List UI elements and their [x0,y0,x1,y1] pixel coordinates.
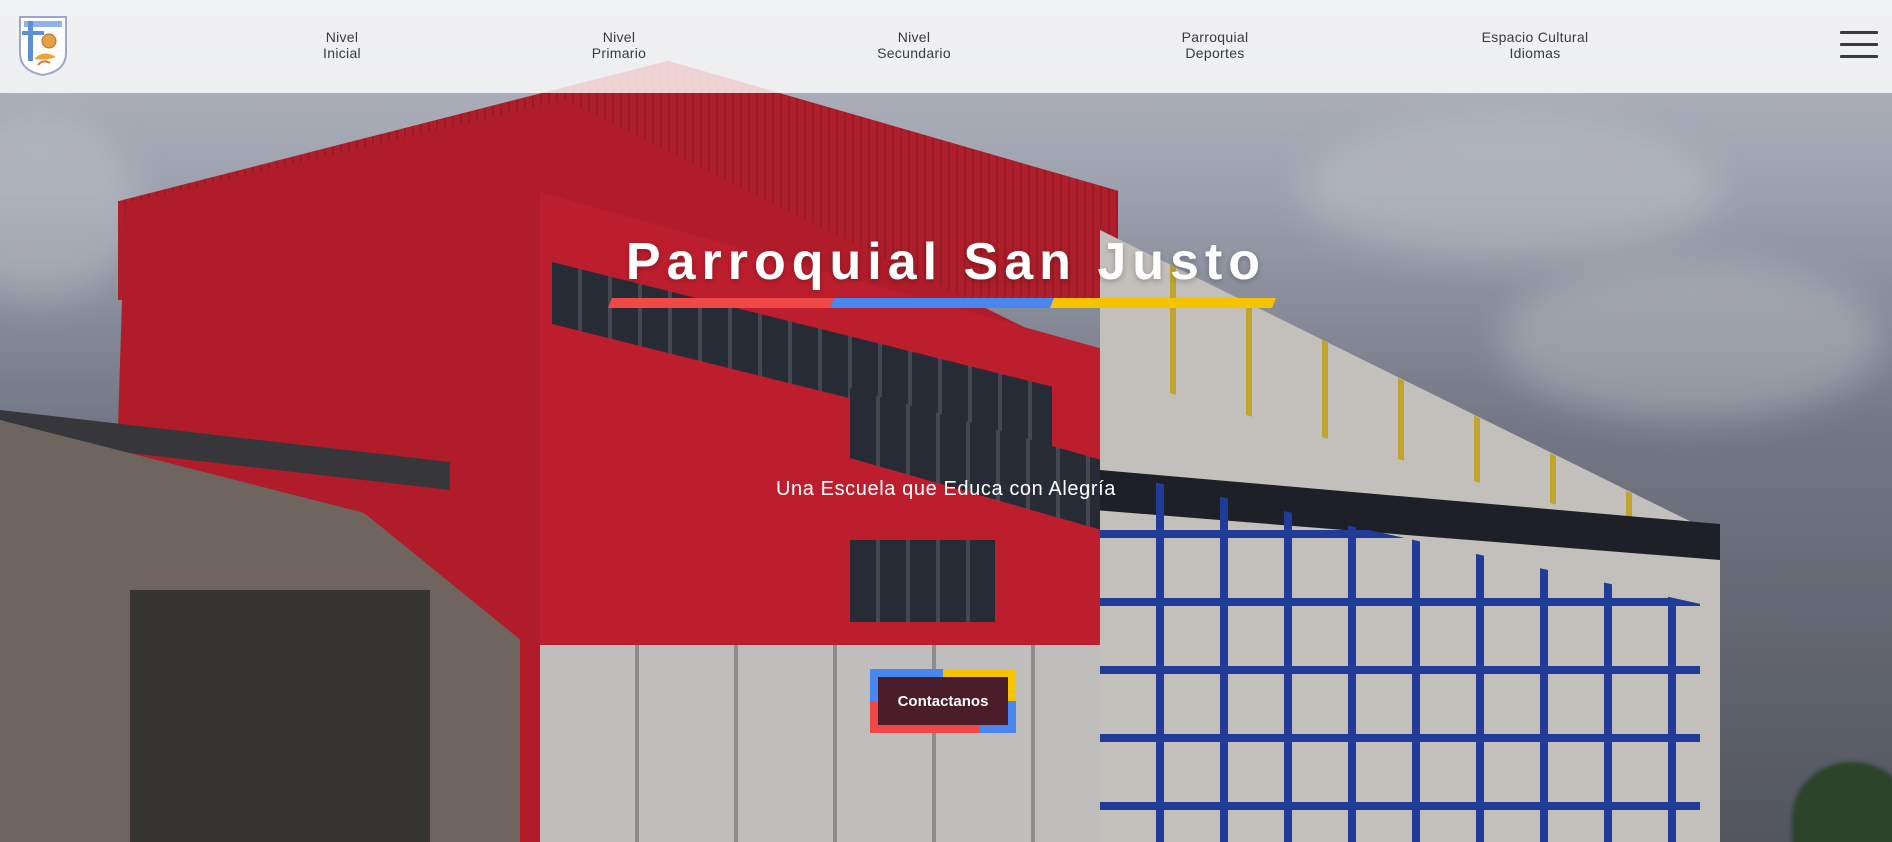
nav-item-line2: Secundario [877,45,951,61]
hero-title: Parroquial San Justo [625,233,1267,291]
nav-item-line2: Deportes [1185,45,1245,61]
title-underline [608,298,1276,308]
nav-item-line1: Parroquial [1181,29,1249,45]
nav-item-line2: Idiomas [1509,45,1561,61]
nav-item-line2: Inicial [323,45,361,61]
contact-button[interactable]: Contactanos [870,669,1016,733]
contact-button-label: Contactanos [897,692,989,710]
school-crest-icon[interactable] [16,13,70,77]
nav-item-nivel-primario[interactable]: Nivel Primario [574,29,664,61]
hamburger-menu-icon[interactable] [1840,31,1878,59]
nav-item-espacio-cultural-idiomas[interactable]: Espacio Cultural Idiomas [1460,29,1610,61]
nav-item-line1: Espacio Cultural [1481,29,1589,45]
nav-item-parroquial-deportes[interactable]: Parroquial Deportes [1160,29,1270,61]
nav-item-line2: Primario [591,45,647,61]
hero-subtitle: Una Escuela que Educa con Alegría [775,478,1116,500]
nav-item-line1: Nivel [325,29,359,45]
nav-item-line1: Nivel [602,29,636,45]
nav-item-line1: Nivel [897,29,931,45]
nav-item-nivel-secundario[interactable]: Nivel Secundario [860,29,968,61]
nav-item-nivel-inicial[interactable]: Nivel Inicial [300,29,384,61]
site-header: Nivel Inicial Nivel Primario Nivel Secun… [0,0,1892,93]
